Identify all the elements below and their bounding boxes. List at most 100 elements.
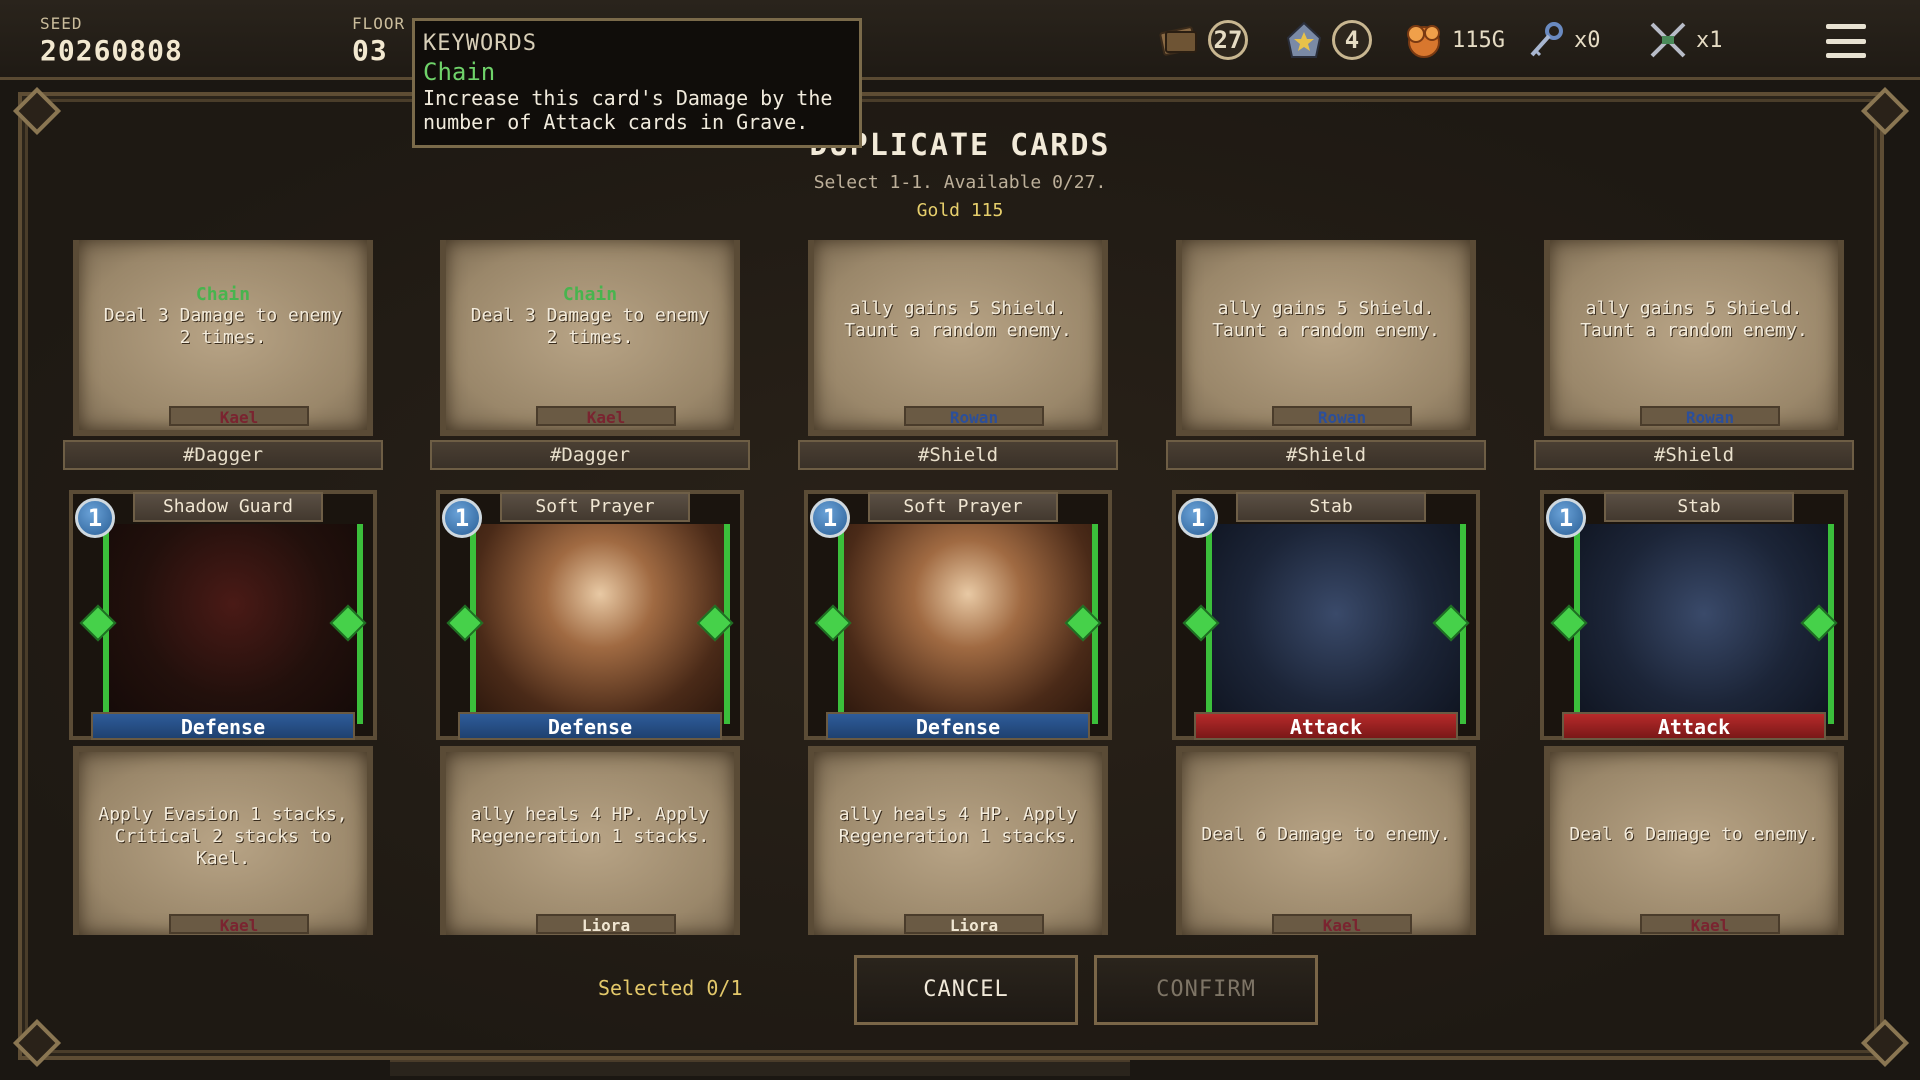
card-cost: 1 (810, 498, 850, 538)
card-keyword: Chain (195, 284, 251, 305)
card-cost: 1 (1546, 498, 1586, 538)
card-description: Deal 3 Damage to enemy 2 times. (103, 305, 343, 348)
card-description: ally heals 4 HP. Apply Regeneration 1 st… (838, 804, 1078, 847)
tooltip-description: Increase this card's Damage by the numbe… (423, 86, 833, 134)
card-back-slot[interactable]: ally gains 5 Shield. Taunt a random enem… (1166, 240, 1486, 470)
cancel-button[interactable]: CANCEL (854, 955, 1078, 1025)
card-description: Deal 6 Damage to enemy. (1569, 824, 1819, 845)
horizontal-scrollbar[interactable] (390, 1060, 1130, 1076)
key-count: x0 (1574, 27, 1601, 53)
card-frame (1540, 490, 1848, 740)
card-owner: Rowan (904, 406, 1044, 427)
card-owner: Liora (536, 914, 676, 935)
card-text-panel: ally heals 4 HP. Apply Regeneration 1 st… (808, 746, 1108, 935)
card-keyword: Chain (562, 284, 618, 305)
card-soft-prayer[interactable]: 1 Soft Prayer Defense ally heals 4 HP. A… (798, 490, 1118, 935)
crossed-swords-icon (1646, 18, 1690, 62)
card-stab[interactable]: 1 Stab Attack Deal 6 Damage to enemy. Ka… (1534, 490, 1854, 935)
card-frame (436, 490, 744, 740)
card-art-hooded-figure (103, 524, 363, 724)
swords-counter: x1 (1646, 18, 1723, 62)
card-cost: 1 (75, 498, 115, 538)
card-description: Deal 3 Damage to enemy 2 times. (470, 305, 710, 348)
card-owner: Rowan (1640, 406, 1780, 427)
card-type: Defense (91, 712, 355, 740)
card-description: ally gains 5 Shield. Taunt a random enem… (844, 298, 1072, 341)
card-description: ally gains 5 Shield. Taunt a random enem… (1212, 298, 1440, 341)
tooltip-keyword-name: Chain (423, 58, 496, 86)
deck-icon (1158, 18, 1202, 62)
dialog-gold: Gold 115 (916, 200, 1004, 221)
card-stab[interactable]: 1 Stab Attack Deal 6 Damage to enemy. Ka… (1166, 490, 1486, 935)
card-type: Defense (826, 712, 1090, 740)
star-counter[interactable]: 4 (1282, 18, 1372, 62)
card-art-hooded-rogue (1206, 524, 1466, 724)
card-name: Stab (1604, 492, 1794, 522)
swords-count: x1 (1696, 27, 1723, 53)
card-frame (1172, 490, 1480, 740)
dialog-subtitle: Select 1-1. Available 0/27. (813, 172, 1107, 193)
card-owner: Kael (536, 406, 676, 427)
card-cost: 1 (1178, 498, 1218, 538)
selection-counter: Selected 0/1 (598, 976, 743, 1000)
card-owner: Rowan (1272, 406, 1412, 427)
dialog-title: DUPLICATE CARDS (809, 128, 1111, 163)
card-text-panel: Deal 6 Damage to enemy. Kael (1176, 746, 1476, 935)
card-name: Soft Prayer (868, 492, 1058, 522)
card-art-praying-woman (470, 524, 730, 724)
seed-label: SEED (40, 14, 83, 33)
card-type: Attack (1194, 712, 1458, 740)
star-count: 4 (1332, 20, 1372, 60)
card-text-panel: ally gains 5 Shield. Taunt a random enem… (1544, 240, 1844, 436)
card-back-slot[interactable]: Chain Deal 3 Damage to enemy 2 times. Ka… (63, 240, 383, 470)
card-owner: Kael (1272, 914, 1412, 935)
card-tag: #Shield (798, 440, 1118, 470)
floor-value: 03 (352, 34, 388, 67)
card-cost: 1 (442, 498, 482, 538)
hamburger-menu-icon[interactable] (1826, 24, 1866, 58)
gold-coins-icon (1402, 18, 1446, 62)
card-owner: Liora (904, 914, 1044, 935)
keyword-tooltip: KEYWORDS Chain Increase this card's Dama… (412, 18, 862, 148)
card-text-panel: Deal 6 Damage to enemy. Kael (1544, 746, 1844, 935)
card-text-panel: ally heals 4 HP. Apply Regeneration 1 st… (440, 746, 740, 935)
top-bar: SEED 20260808 FLOOR 03 27 4 115G x0 x1 (0, 0, 1920, 80)
card-text-panel: Apply Evasion 1 stacks, Critical 2 stack… (73, 746, 373, 935)
card-frame (69, 490, 377, 740)
card-type: Defense (458, 712, 722, 740)
gold-counter: 115G (1402, 18, 1505, 62)
confirm-button[interactable]: CONFIRM (1094, 955, 1318, 1025)
card-text-panel: Chain Deal 3 Damage to enemy 2 times. Ka… (440, 240, 740, 436)
floor-label: FLOOR (352, 14, 406, 33)
card-tag: #Dagger (430, 440, 750, 470)
card-description: Apply Evasion 1 stacks, Critical 2 stack… (98, 804, 348, 869)
card-soft-prayer[interactable]: 1 Soft Prayer Defense ally heals 4 HP. A… (430, 490, 750, 935)
card-tag: #Shield (1166, 440, 1486, 470)
card-frame (804, 490, 1112, 740)
card-art-hooded-rogue (1574, 524, 1834, 724)
card-tag: #Dagger (63, 440, 383, 470)
card-tag: #Shield (1534, 440, 1854, 470)
card-owner: Kael (169, 406, 309, 427)
card-owner: Kael (169, 914, 309, 935)
card-back-slot[interactable]: ally gains 5 Shield. Taunt a random enem… (1534, 240, 1854, 470)
gold-amount: 115G (1452, 27, 1505, 53)
card-name: Stab (1236, 492, 1426, 522)
card-description: Deal 6 Damage to enemy. (1201, 824, 1451, 845)
card-name: Shadow Guard (133, 492, 323, 522)
card-back-slot[interactable]: Chain Deal 3 Damage to enemy 2 times. Ka… (430, 240, 750, 470)
card-back-slot[interactable]: ally gains 5 Shield. Taunt a random enem… (798, 240, 1118, 470)
deck-count: 27 (1208, 20, 1248, 60)
seed-value: 20260808 (40, 34, 183, 67)
star-house-icon (1282, 18, 1326, 62)
key-icon (1524, 18, 1568, 62)
card-text-panel: Chain Deal 3 Damage to enemy 2 times. Ka… (73, 240, 373, 436)
card-art-praying-woman (838, 524, 1098, 724)
deck-counter[interactable]: 27 (1158, 18, 1248, 62)
card-name: Soft Prayer (500, 492, 690, 522)
card-shadow-guard[interactable]: 1 Shadow Guard Defense Apply Evasion 1 s… (63, 490, 383, 935)
card-description: ally gains 5 Shield. Taunt a random enem… (1580, 298, 1808, 341)
card-type: Attack (1562, 712, 1826, 740)
tooltip-header: KEYWORDS (423, 31, 537, 56)
key-counter: x0 (1524, 18, 1601, 62)
